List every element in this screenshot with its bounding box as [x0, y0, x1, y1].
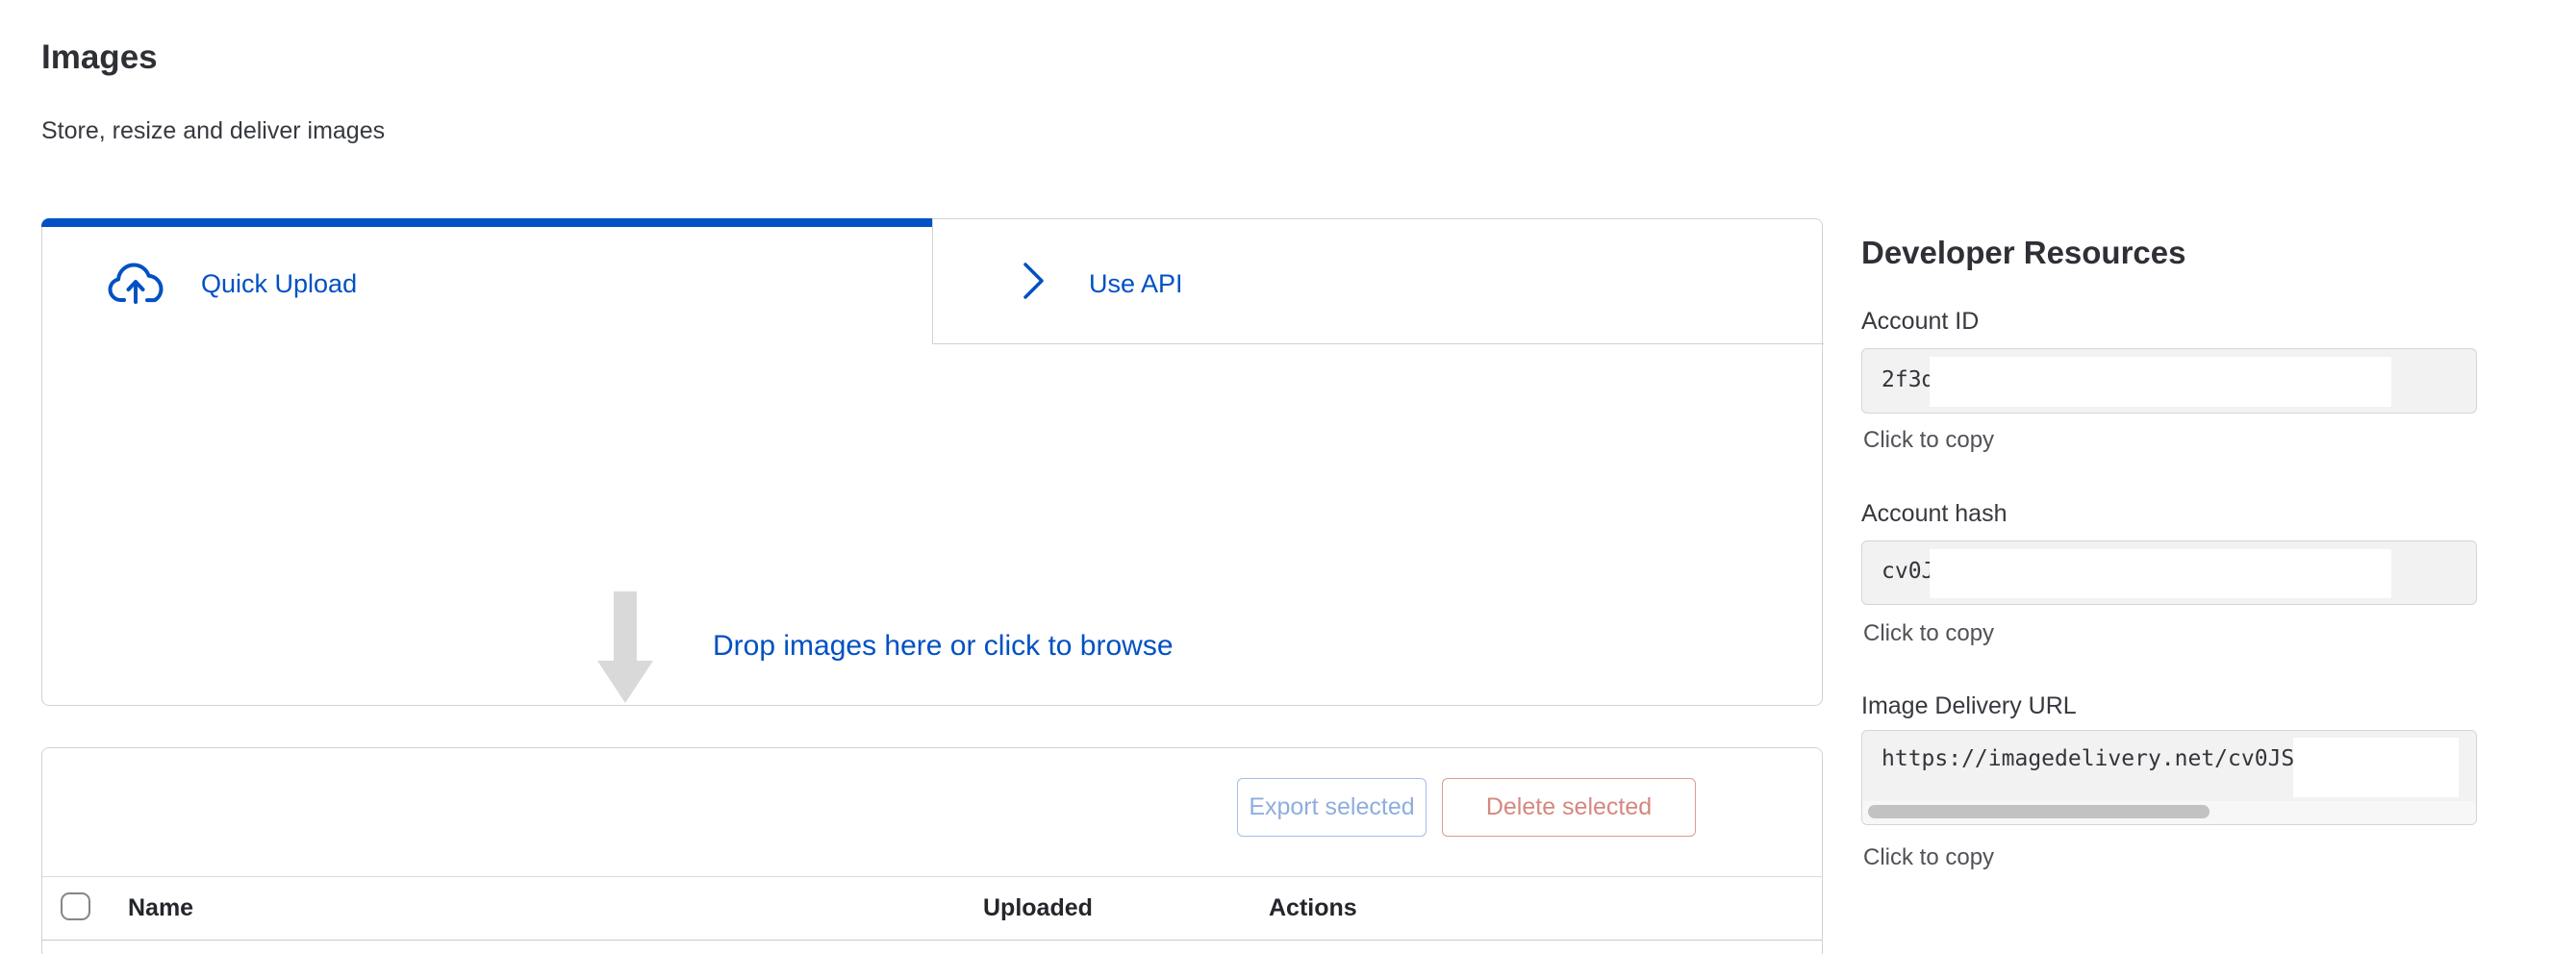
dropzone-label: Drop images here or click to browse: [713, 630, 1174, 663]
column-header-actions: Actions: [1269, 894, 1357, 922]
account-hash-copy-hint: Click to copy: [1863, 620, 1994, 647]
page-subtitle: Store, resize and deliver images: [41, 117, 385, 145]
upload-panel: Quick Upload Use API Drop images here or…: [41, 218, 1823, 706]
redaction-overlay: [2293, 738, 2459, 797]
down-arrow-icon: [597, 591, 653, 708]
images-page: Images Store, resize and deliver images …: [0, 0, 2576, 954]
account-hash-label: Account hash: [1861, 500, 2008, 528]
account-id-label: Account ID: [1861, 308, 1979, 336]
account-hash-value: cv0J: [1881, 559, 1934, 584]
account-hash-field[interactable]: cv0J: [1861, 540, 2477, 605]
url-scrollbar-thumb[interactable]: [1868, 805, 2210, 818]
image-delivery-url-field[interactable]: https://imagedelivery.net/cv0JSj: [1861, 730, 2477, 825]
header-divider: [42, 940, 1822, 941]
cloud-upload-icon: [106, 260, 165, 311]
account-id-value: 2f3d: [1881, 367, 1934, 392]
image-delivery-url-label: Image Delivery URL: [1861, 692, 2077, 720]
account-id-copy-hint: Click to copy: [1863, 427, 1994, 454]
image-dropzone[interactable]: Drop images here or click to browse: [42, 343, 1822, 707]
delete-selected-button[interactable]: Delete selected: [1442, 778, 1696, 837]
image-delivery-url-copy-hint: Click to copy: [1863, 844, 1994, 871]
image-delivery-url-value: https://imagedelivery.net/cv0JSj: [1881, 746, 2308, 771]
tab-use-api[interactable]: Use API: [933, 219, 1824, 343]
tab-quick-upload[interactable]: Quick Upload: [42, 219, 932, 343]
toolbar-divider: [42, 876, 1822, 877]
redaction-overlay: [1930, 549, 2391, 598]
select-all-checkbox[interactable]: [61, 892, 90, 920]
account-id-field[interactable]: 2f3d: [1861, 348, 2477, 414]
image-list-panel: Export selected Delete selected Name Upl…: [41, 747, 1823, 954]
page-title: Images: [41, 38, 158, 77]
tab-use-api-label: Use API: [1089, 269, 1183, 299]
column-header-uploaded: Uploaded: [983, 894, 1093, 922]
redaction-overlay: [1930, 357, 2391, 407]
column-header-name: Name: [128, 894, 193, 922]
chevron-right-icon: [1022, 262, 1047, 305]
export-selected-button[interactable]: Export selected: [1237, 778, 1427, 837]
tab-quick-upload-label: Quick Upload: [201, 269, 357, 299]
developer-resources-title: Developer Resources: [1861, 235, 2186, 271]
